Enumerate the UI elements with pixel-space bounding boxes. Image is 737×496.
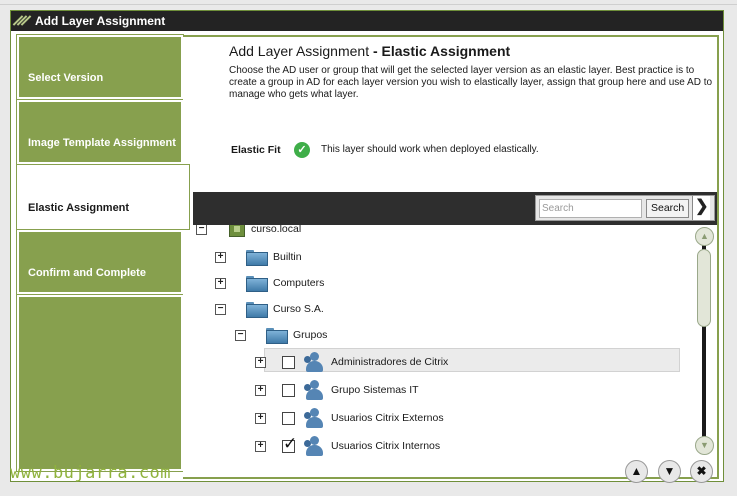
folder-icon: [246, 302, 268, 318]
scroll-up-icon[interactable]: ▲: [695, 227, 714, 246]
tree-node-group[interactable]: + Usuarios Citrix Internos: [255, 434, 441, 457]
tree-node-label: Computers: [273, 277, 325, 289]
steps-filler: [16, 294, 184, 472]
tree-node-root[interactable]: − curso.local: [196, 225, 301, 240]
expand-icon[interactable]: +: [255, 384, 266, 396]
tree-node-group[interactable]: + Grupo Sistemas IT: [255, 379, 419, 401]
page-description: Choose the AD user or group that will ge…: [229, 65, 713, 100]
tree-node-curso-sa[interactable]: − Curso S.A.: [215, 298, 324, 320]
search-input[interactable]: [539, 198, 642, 218]
add-layer-assignment-window: Add Layer Assignment Select Version Imag…: [10, 10, 724, 483]
tree-node-label: Grupos: [293, 329, 328, 341]
expand-icon[interactable]: +: [255, 440, 266, 452]
tree-node-grupos[interactable]: − Grupos: [235, 324, 327, 346]
collapse-icon[interactable]: −: [235, 329, 246, 341]
domain-icon: [229, 225, 245, 237]
expand-icon[interactable]: +: [215, 277, 226, 289]
tree-node-label: Usuarios Citrix Externos: [331, 412, 444, 424]
step-label: Confirm and Complete: [28, 267, 146, 279]
elastic-fit-label: Elastic Fit: [231, 144, 281, 156]
step-label: Image Template Assignment: [28, 137, 176, 149]
tree-scrollbar[interactable]: ▲ ▼: [694, 227, 714, 455]
step-label: Elastic Assignment: [28, 202, 130, 214]
check-circle-icon: ✓: [294, 142, 310, 158]
tree-toolbar: Search ❯: [193, 192, 717, 225]
chevron-right-icon[interactable]: ❯: [692, 196, 711, 220]
elastic-fit-status: This layer should work when deployed ela…: [321, 144, 539, 155]
group-checkbox[interactable]: [282, 434, 297, 454]
tree-node-label: Usuarios Citrix Internos: [331, 440, 441, 452]
step-select-version[interactable]: Select Version: [16, 34, 184, 100]
ad-tree: − curso.local + Builtin + Computers − Cu…: [193, 225, 693, 457]
expand-icon[interactable]: +: [255, 356, 266, 368]
user-group-icon: [304, 352, 324, 372]
wizard-steps: Select Version Image Template Assignment…: [16, 34, 190, 472]
folder-icon: [246, 250, 268, 266]
search-box: Search ❯: [535, 195, 715, 221]
step-image-template-assignment[interactable]: Image Template Assignment: [16, 99, 184, 165]
group-checkbox[interactable]: [282, 411, 295, 425]
move-up-button[interactable]: ▲: [625, 460, 648, 483]
window-title: Add Layer Assignment: [35, 14, 166, 28]
tree-node-label: Grupo Sistemas IT: [331, 384, 419, 396]
group-checkbox[interactable]: [282, 383, 295, 397]
folder-icon: [246, 276, 268, 292]
tree-node-group[interactable]: + Usuarios Citrix Externos: [255, 407, 444, 429]
step-elastic-assignment[interactable]: Elastic Assignment: [16, 164, 190, 230]
move-down-button[interactable]: ▼: [658, 460, 681, 483]
search-button[interactable]: Search: [646, 198, 690, 218]
user-group-icon: [304, 436, 324, 456]
group-checkbox[interactable]: [282, 355, 295, 369]
tree-node-label: curso.local: [251, 225, 302, 235]
app-logo-icon: [12, 15, 32, 27]
step-confirm-and-complete[interactable]: Confirm and Complete: [16, 229, 184, 295]
user-group-icon: [304, 408, 324, 428]
scroll-down-icon[interactable]: ▼: [695, 436, 714, 455]
watermark: www.bujarra.com: [10, 463, 172, 483]
scroll-thumb[interactable]: [697, 249, 711, 327]
tree-node-computers[interactable]: + Computers: [215, 272, 324, 294]
step-label: Select Version: [28, 72, 104, 84]
folder-icon: [266, 328, 288, 344]
collapse-icon[interactable]: −: [215, 303, 226, 315]
expand-icon[interactable]: +: [255, 412, 266, 424]
title-bar: Add Layer Assignment: [11, 11, 723, 31]
tree-node-group[interactable]: + Administradores de Citrix: [255, 351, 448, 373]
tree-node-label: Builtin: [273, 251, 302, 263]
tree-node-label: Administradores de Citrix: [331, 356, 449, 368]
tree-node-label: Curso S.A.: [273, 303, 324, 315]
close-button[interactable]: ✖: [690, 460, 713, 483]
tree-node-builtin[interactable]: + Builtin: [215, 246, 302, 268]
collapse-icon[interactable]: −: [196, 225, 207, 235]
main-panel: Add Layer Assignment - Elastic Assignmen…: [183, 35, 719, 483]
page-title: Add Layer Assignment - Elastic Assignmen…: [229, 43, 511, 59]
expand-icon[interactable]: +: [215, 251, 226, 263]
user-group-icon: [304, 380, 324, 400]
